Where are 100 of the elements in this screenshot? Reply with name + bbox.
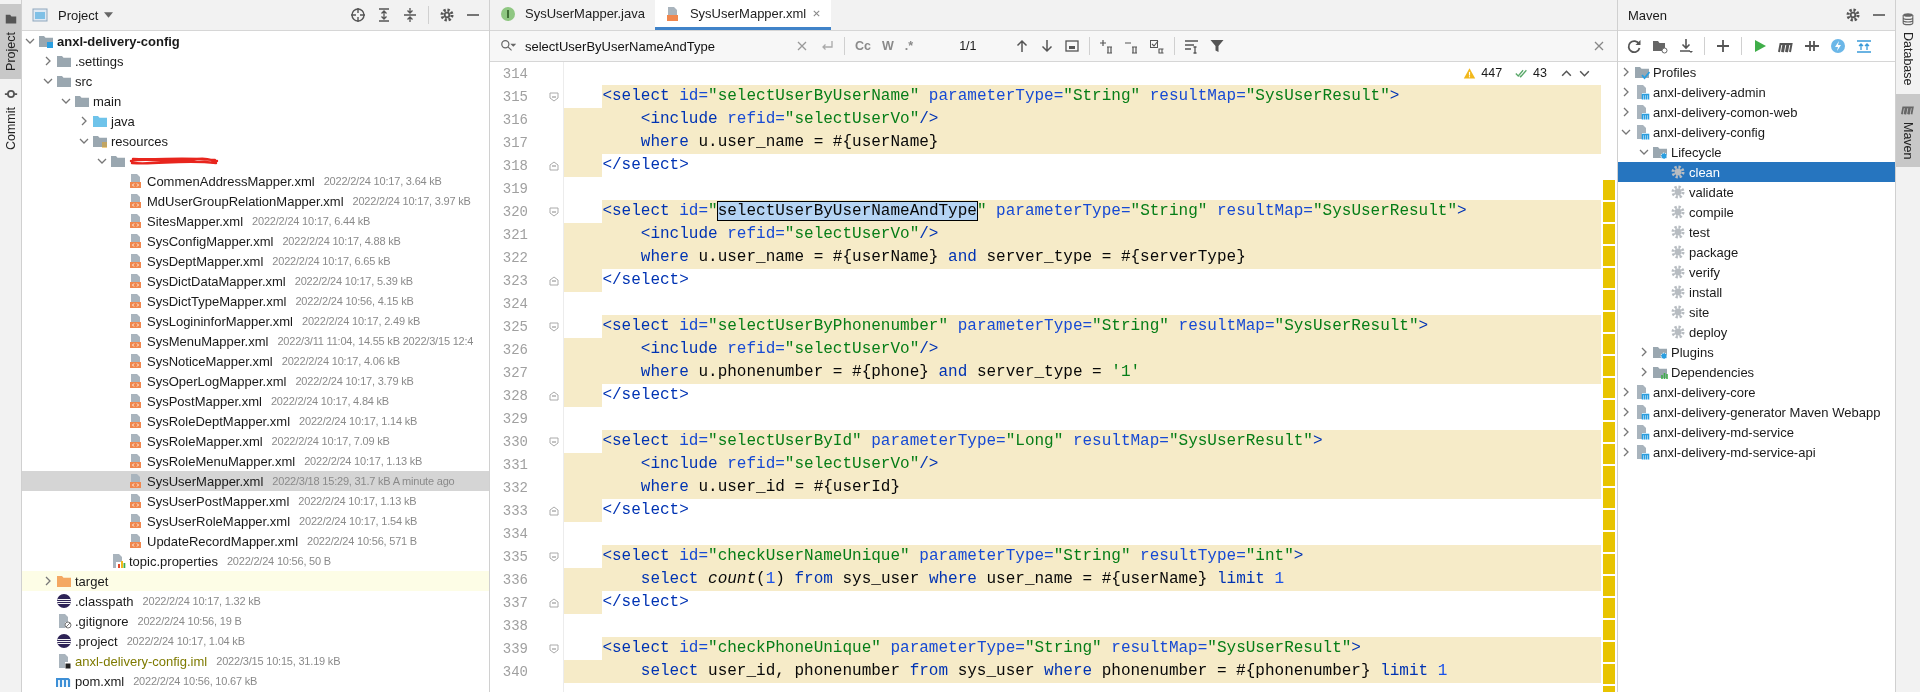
crosshair-icon[interactable] [350,7,366,23]
tree-item[interactable]: anxl-delivery-admin [1618,82,1895,102]
tree-item[interactable]: anxl-delivery-core [1618,382,1895,402]
tree-item[interactable]: SysNoticeMapper.xml 2022/2/24 10:17, 4.06 kB [22,351,489,371]
fold-marker-icon[interactable] [549,206,559,217]
tree-item[interactable]: Lifecycle [1618,142,1895,162]
tree-item[interactable]: .project 2022/2/24 10:17, 1.04 kB [22,631,489,651]
fold-marker-icon[interactable] [549,505,559,516]
select-occurrences-icon[interactable] [1148,38,1165,54]
chevron-right-icon[interactable] [1621,87,1631,97]
tree-item[interactable]: Dependencies [1618,362,1895,382]
tree-item[interactable]: SysLogininforMapper.xml 2022/2/24 10:17, 2.49 kB [22,311,489,331]
chevron-right-icon[interactable] [1621,407,1631,417]
chevron-down-icon[interactable] [61,96,71,106]
tree-item[interactable]: Profiles [1618,62,1895,82]
chevron-right-icon[interactable] [1639,347,1649,357]
fold-marker-icon[interactable] [549,643,559,654]
fold-marker-icon[interactable] [549,275,559,286]
fold-marker-icon[interactable] [549,91,559,102]
tree-item[interactable]: anxl-delivery-config.iml 2022/3/15 10:15, 31.19 kB [22,651,489,671]
tree-item[interactable]: SitesMapper.xml 2022/2/24 10:17, 6.44 kB [22,211,489,231]
close-icon[interactable] [812,9,822,18]
tree-item[interactable]: deploy [1618,322,1895,342]
tree-item[interactable]: install [1618,282,1895,302]
chevron-right-icon[interactable] [1621,387,1631,397]
tree-item[interactable]: anxl-delivery-md-service-api [1618,442,1895,462]
fold-marker-icon[interactable] [549,321,559,332]
tree-item[interactable]: SysConfigMapper.xml 2022/2/24 10:17, 4.88 kB [22,231,489,251]
tree-item[interactable]: SysUserMapper.xml 2022/3/18 15:29, 31.7 kB A minute ago [22,471,489,491]
fold-marker-icon[interactable] [549,436,559,447]
settings-icon[interactable] [439,7,455,23]
tree-item[interactable]: .classpath 2022/2/24 10:17, 1.32 kB [22,591,489,611]
chevron-right-icon[interactable] [1621,107,1631,117]
plus-icon[interactable] [1715,38,1731,54]
download-icon[interactable] [1678,38,1694,54]
select-all-icon[interactable] [1063,38,1080,54]
tree-item[interactable]: SysUserRoleMapper.xml 2022/2/24 10:17, 1.54 kB [22,511,489,531]
chevron-right-icon[interactable] [43,56,53,66]
chevron-down-icon[interactable] [1621,127,1631,137]
tree-item[interactable]: UpdateRecordMapper.xml 2022/2/24 10:56, 571 B [22,531,489,551]
tool-window-tab[interactable]: Database [1896,4,1920,94]
panel-title[interactable]: Project [58,7,99,23]
chevron-right-icon[interactable] [1639,367,1649,377]
tree-item[interactable]: SysRoleDeptMapper.xml 2022/2/24 10:17, 1.14 kB [22,411,489,431]
tree-item[interactable]: test [1618,222,1895,242]
tree-item[interactable]: site [1618,302,1895,322]
fold-marker-icon[interactable] [549,551,559,562]
toggle-offline-icon[interactable] [1804,38,1820,54]
tree-item[interactable]: SysRoleMapper.xml 2022/2/24 10:17, 7.09 kB [22,431,489,451]
tree-item[interactable]: MdUserGroupRelationMapper.xml 2022/2/24 10:17, 3.97 kB [22,191,489,211]
tree-item[interactable]: SysRoleMenuMapper.xml 2022/2/24 10:17, 1.13 kB [22,451,489,471]
chevron-right-icon[interactable] [79,116,89,126]
tree-item[interactable]: CommenAddressMapper.xml 2022/2/24 10:17, 3.64 kB [22,171,489,191]
tree-item[interactable]: Plugins [1618,342,1895,362]
tree-item[interactable]: main [22,91,489,111]
tree-item[interactable]: .gitignore 2022/2/24 10:56, 19 B [22,611,489,631]
tree-item[interactable]: anxl-delivery-md-service [1618,422,1895,442]
add-occurrence-icon[interactable] [1098,38,1115,54]
tree-item[interactable]: anxl-delivery-comon-web [1618,102,1895,122]
tool-window-tab[interactable]: Project [0,4,21,79]
fold-marker-icon[interactable] [549,160,559,171]
tree-item[interactable]: target [22,571,489,591]
tree-item[interactable]: SysUserPostMapper.xml 2022/2/24 10:17, 1.13 kB [22,491,489,511]
run-icon[interactable] [1752,38,1768,54]
chevron-down-icon[interactable] [43,76,53,86]
folder-icon[interactable] [1652,38,1668,54]
tree-item[interactable]: anxl-delivery-config [1618,122,1895,142]
tree-item[interactable]: src [22,71,489,91]
tree-item[interactable]: anxl-delivery-config [22,31,489,51]
tree-item[interactable]: topic.properties 2022/2/24 10:56, 50 B [22,551,489,571]
tree-item[interactable]: compile [1618,202,1895,222]
tree-item[interactable]: verify [1618,262,1895,282]
filter-lines-icon[interactable] [1183,38,1200,54]
caret-icon[interactable] [104,12,114,18]
chevron-down-icon[interactable] [97,156,107,166]
tree-item[interactable]: SysOperLogMapper.xml 2022/2/24 10:17, 3.79 kB [22,371,489,391]
chevron-right-icon[interactable] [1621,447,1631,457]
search-field[interactable]: selectUserByUserNameAndType [525,36,785,56]
tree-item[interactable]: SysDictTypeMapper.xml 2022/2/24 10:56, 4.15 kB [22,291,489,311]
show-dependencies-icon[interactable] [1856,38,1872,54]
fold-marker-icon[interactable] [549,390,559,401]
filter-icon[interactable] [1208,38,1225,54]
tree-item[interactable]: package [1618,242,1895,262]
chevron-right-icon[interactable] [43,576,53,586]
collapse-all-icon[interactable] [402,7,418,23]
tree-item[interactable]: SysPostMapper.xml 2022/2/24 10:17, 4.84 kB [22,391,489,411]
chevron-down-icon[interactable] [79,136,89,146]
editor-tab[interactable]: SysUserMapper.xml [654,0,832,30]
chevron-down-icon[interactable] [1639,147,1649,157]
tree-item[interactable]: pom.xml 2022/2/24 10:56, 10.67 kB [22,671,489,691]
chevron-right-icon[interactable] [1621,427,1631,437]
tree-item[interactable]: SysDictDataMapper.xml 2022/2/24 10:17, 5.39 kB [22,271,489,291]
chevron-right-icon[interactable] [1621,67,1631,77]
expand-all-icon[interactable] [376,7,392,23]
tree-item[interactable]: resources [22,131,489,151]
tool-window-tab[interactable]: Commit [0,78,21,158]
chevron-down-icon[interactable] [25,36,35,46]
tree-item[interactable]: anxl-delivery-generator Maven Webapp [1618,402,1895,422]
tree-item[interactable]: .settings [22,51,489,71]
editor-tab[interactable]: SysUserMapper.java [490,0,655,30]
